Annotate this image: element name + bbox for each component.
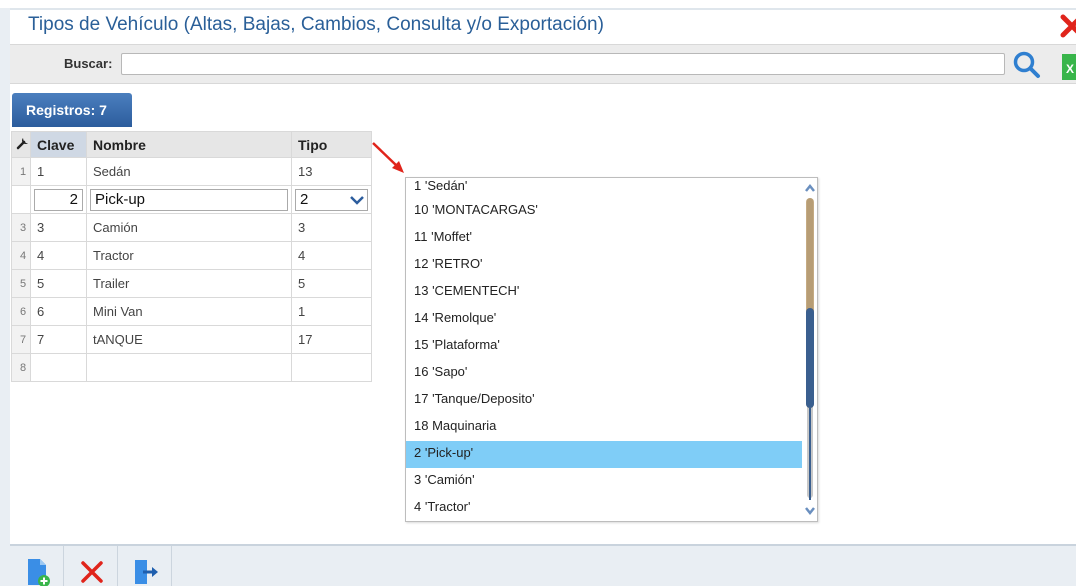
cell-tipo[interactable]: 1: [291, 297, 372, 326]
dropdown-option-selected[interactable]: 2 'Pick-up': [406, 441, 803, 468]
cell-tipo[interactable]: 5: [291, 269, 372, 298]
dropdown-option[interactable]: 18 Maquinaria: [406, 414, 803, 441]
table-header-row: Clave Nombre Tipo: [11, 131, 372, 158]
row-number: 3: [11, 213, 31, 242]
scrollbar-thumb-accent: [806, 308, 814, 408]
table-row[interactable]: 7 7 tANQUE 17: [11, 325, 372, 354]
cell-nombre[interactable]: Sedán: [86, 157, 292, 186]
row-number: 6: [11, 297, 31, 326]
exit-icon: [135, 560, 158, 584]
cell-tipo[interactable]: 13: [291, 157, 372, 186]
dropdown-option[interactable]: 10 'MONTACARGAS': [406, 198, 803, 225]
column-header-clave[interactable]: Clave: [30, 131, 87, 158]
cell-clave[interactable]: 7: [30, 325, 87, 354]
cell-clave[interactable]: 3: [30, 213, 87, 242]
scroll-up-icon[interactable]: [805, 184, 815, 192]
row-number: 5: [11, 269, 31, 298]
clave-input[interactable]: [34, 188, 83, 211]
window-left-frame: [0, 0, 10, 586]
red-arrow-icon: [372, 142, 404, 173]
search-input[interactable]: [121, 53, 1005, 75]
table-row[interactable]: 8: [11, 353, 372, 382]
search-label: Buscar:: [64, 56, 113, 71]
cell-clave[interactable]: 4: [30, 241, 87, 270]
bottom-toolbar: [10, 544, 1076, 586]
column-header-nombre[interactable]: Nombre: [86, 131, 292, 158]
records-count-badge: Registros: 7: [12, 93, 132, 127]
search-icon: [1013, 51, 1040, 78]
cell-clave[interactable]: [30, 353, 87, 382]
tipo-dropdown-list[interactable]: 1 'Sedán' 10 'MONTACARGAS' 11 'Moffet' 1…: [405, 177, 818, 522]
nombre-input[interactable]: [90, 188, 288, 211]
cell-clave[interactable]: [30, 185, 87, 214]
cell-clave[interactable]: 1: [30, 157, 87, 186]
cell-nombre[interactable]: Camión: [86, 213, 292, 242]
cell-clave[interactable]: 5: [30, 269, 87, 298]
close-button[interactable]: [1060, 14, 1076, 38]
cell-nombre[interactable]: Tractor: [86, 241, 292, 270]
dropdown-option[interactable]: 16 'Sapo': [406, 360, 803, 387]
dropdown-option[interactable]: 13 'CEMENTECH': [406, 279, 803, 306]
table-row[interactable]: 4 4 Tractor 4: [11, 241, 372, 270]
wrench-icon: [16, 138, 28, 150]
title-bar: Tipos de Vehículo (Altas, Bajas, Cambios…: [10, 8, 1076, 42]
table-row[interactable]: 5 5 Trailer 5: [11, 269, 372, 298]
table-row[interactable]: 6 6 Mini Van 1: [11, 297, 372, 326]
cell-nombre[interactable]: [86, 353, 292, 382]
excel-icon: X: [1066, 62, 1075, 76]
cell-tipo[interactable]: 3: [291, 213, 372, 242]
dropdown-option[interactable]: 14 'Remolque': [406, 306, 803, 333]
delete-icon: [81, 561, 103, 583]
dropdown-option[interactable]: 12 'RETRO': [406, 252, 803, 279]
cell-tipo[interactable]: 4: [291, 241, 372, 270]
cell-tipo[interactable]: 17: [291, 325, 372, 354]
dropdown-option[interactable]: 4 'Tractor': [406, 495, 803, 521]
cell-tipo[interactable]: 2: [291, 185, 372, 214]
cell-nombre[interactable]: Trailer: [86, 269, 292, 298]
row-number: 1: [11, 157, 31, 186]
table-row[interactable]: 1 1 Sedán 13: [11, 157, 372, 186]
row-number: 8: [11, 353, 31, 382]
table-row-editing[interactable]: 2: [11, 185, 372, 214]
column-header-tipo[interactable]: Tipo: [291, 131, 372, 158]
tipo-select[interactable]: 2: [295, 188, 368, 211]
cell-nombre[interactable]: Mini Van: [86, 297, 292, 326]
scroll-down-icon[interactable]: [805, 507, 815, 515]
search-bar: Buscar: X: [10, 44, 1076, 84]
window-top-frame: [0, 0, 1076, 8]
cell-tipo[interactable]: [291, 353, 372, 382]
excel-export-button[interactable]: X: [1062, 54, 1076, 80]
delete-record-button[interactable]: [64, 546, 118, 586]
exit-button[interactable]: [118, 546, 172, 586]
cell-nombre[interactable]: [86, 185, 292, 214]
vehicle-types-table: Clave Nombre Tipo 1 1 Sedán 13 2 Pick-up…: [11, 131, 372, 382]
dropdown-option[interactable]: 11 'Moffet': [406, 225, 803, 252]
new-document-icon: [28, 559, 50, 586]
cell-clave[interactable]: 6: [30, 297, 87, 326]
cell-nombre[interactable]: tANQUE: [86, 325, 292, 354]
dropdown-option[interactable]: 17 'Tanque/Deposito': [406, 387, 803, 414]
new-record-button[interactable]: [10, 546, 64, 586]
dropdown-scrollbar[interactable]: [802, 178, 817, 521]
scrollbar-line: [809, 408, 811, 500]
row-number: 7: [11, 325, 31, 354]
dropdown-option[interactable]: 3 'Camión': [406, 468, 803, 495]
search-button[interactable]: [1012, 50, 1042, 80]
table-settings-header[interactable]: [11, 131, 31, 158]
window-title: Tipos de Vehículo (Altas, Bajas, Cambios…: [28, 14, 604, 35]
chevron-down-icon[interactable]: [349, 192, 365, 208]
table-row[interactable]: 3 3 Camión 3: [11, 213, 372, 242]
row-number: 4: [11, 241, 31, 270]
tipo-select-value: 2: [300, 190, 309, 208]
dropdown-option[interactable]: 1 'Sedán': [406, 178, 803, 198]
close-icon: [1060, 14, 1076, 38]
dropdown-option[interactable]: 15 'Plataforma': [406, 333, 803, 360]
row-number: [11, 185, 31, 214]
